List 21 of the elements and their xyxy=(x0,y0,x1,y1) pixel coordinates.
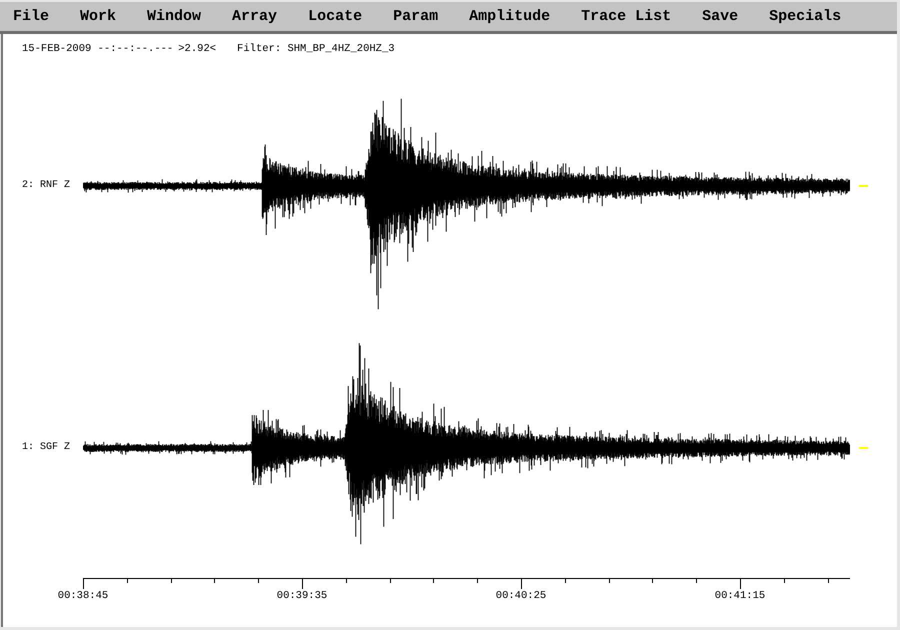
trace-label: 1: SGF Z xyxy=(22,442,72,454)
menu-item[interactable]: Window xyxy=(139,2,210,31)
menu-item[interactable]: Specials xyxy=(761,2,850,31)
menu-item[interactable]: Trace List xyxy=(573,2,680,31)
menu-item[interactable]: File xyxy=(5,2,58,31)
trace-marker-icon xyxy=(859,447,868,449)
axis-label: 00:40:25 xyxy=(494,590,548,602)
axis-label: 00:38:45 xyxy=(56,590,110,602)
menu-item[interactable]: Work xyxy=(72,2,124,31)
date-time-text: 15-FEB-2009 --:--:--.--- xyxy=(22,43,174,56)
filter-text: Filter: SHM_BP_4HZ_20HZ_3 xyxy=(237,43,395,56)
trace-marker-icon xyxy=(859,185,868,187)
menu-item[interactable]: Locate xyxy=(300,2,370,31)
axis-label: 00:41:15 xyxy=(714,590,766,602)
trace-label: 2: RNF Z xyxy=(22,180,72,192)
menu-item[interactable]: Amplitude xyxy=(461,2,558,31)
menu-item[interactable]: Save xyxy=(694,2,746,31)
menu-item[interactable]: Param xyxy=(385,2,446,31)
scale-text: >2.92< xyxy=(178,43,216,56)
menu-item[interactable]: Array xyxy=(224,2,286,31)
axis-label: 00:39:35 xyxy=(276,590,328,602)
